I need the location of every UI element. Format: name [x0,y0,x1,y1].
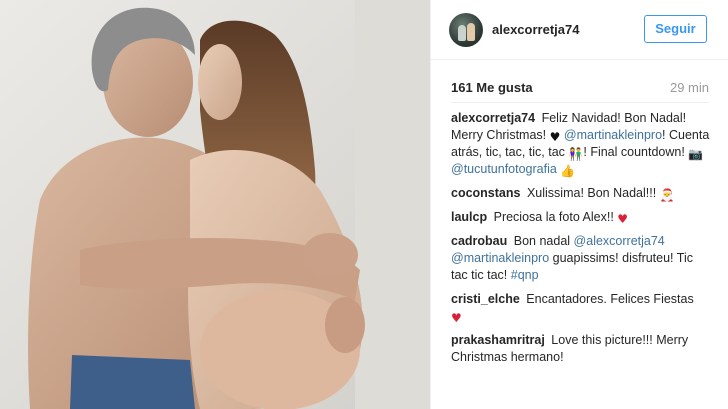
comment-text: Encantadores. Felices Fiestas [526,292,694,306]
mention-link[interactable]: @martinakleinpro [564,128,662,142]
comment-username[interactable]: cadrobau [451,234,507,248]
comment-text: Xulissima! Bon Nadal!!! [526,186,657,200]
red-heart-icon: ♥ [617,212,629,226]
comment-item: prakashamritraj Love this picture!!! Mer… [451,332,713,366]
woman-face [198,44,242,120]
comment-username[interactable]: coconstans [451,186,520,200]
comment-item: laulcp Preciosa la foto Alex!! ♥ [451,209,713,226]
mention-link[interactable]: @alexcorretja74 [574,234,665,248]
santa-icon: 🎅 [659,188,675,202]
camera-icon: 📷 [688,147,704,161]
comment-text: Preciosa la foto Alex!! [493,210,614,224]
post-meta: 161 Me gusta 29 min [431,76,728,102]
comment-username[interactable]: cristi_elche [451,292,520,306]
couple-photo-illustration [0,0,430,409]
user-avatar[interactable] [449,13,483,47]
caption-text: ! Final countdown! [583,145,685,159]
comment-username[interactable]: prakashamritraj [451,333,545,347]
post-header: alexcorretja74 Seguir [431,0,728,60]
comment-username[interactable]: laulcp [451,210,487,224]
mention-link[interactable]: @martinakleinpro [451,251,549,265]
mention-link[interactable]: @tucutunfotografia [451,162,557,176]
hand [325,297,365,353]
red-heart-icon: ♥ [451,311,462,325]
caption: alexcorretja74 Feliz Navidad! Bon Nadal!… [451,110,713,178]
black-heart-icon: ♥ [549,130,561,144]
comment-item: coconstans Xulissima! Bon Nadal!!! 🎅 [451,185,713,202]
comment-text: Bon nadal [513,234,571,248]
jeans [70,355,195,409]
hashtag-link[interactable]: #qnp [511,268,539,282]
comment-item: cristi_elche Encantadores. Felices Fiest… [451,291,713,325]
thumbs-up-icon: 👍 [560,164,576,178]
divider [451,102,709,103]
likes-count[interactable]: 161 Me gusta [451,80,533,95]
post-sidebar: alexcorretja74 Seguir 161 Me gusta 29 mi… [430,0,728,409]
follow-button[interactable]: Seguir [644,15,707,43]
comment-item: cadrobau Bon nadal @alexcorretja74 @mart… [451,233,713,284]
header-username[interactable]: alexcorretja74 [492,22,579,37]
couple-icon: 👫 [568,147,584,161]
hand [302,233,358,277]
post-time[interactable]: 29 min [670,80,709,95]
post-photo[interactable] [0,0,430,409]
comments-list: alexcorretja74 Feliz Navidad! Bon Nadal!… [451,110,713,373]
caption-username[interactable]: alexcorretja74 [451,111,535,125]
